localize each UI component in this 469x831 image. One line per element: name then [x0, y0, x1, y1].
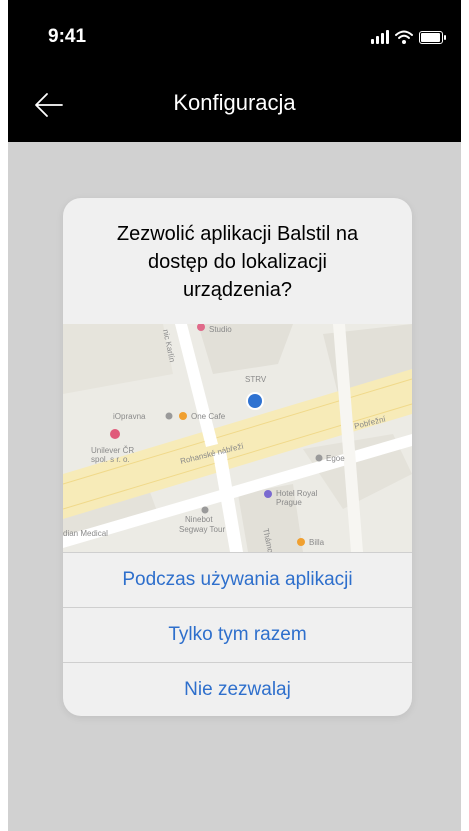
battery-icon	[419, 30, 446, 44]
map-label-one-cafe: One Cafe	[191, 412, 226, 421]
map-label-studio: Studio	[209, 325, 232, 334]
phone-screen: 9:41 Konfiguracja Zezwolić aplikacji Bal…	[8, 0, 461, 831]
dialog-title-line: urządzenia?	[183, 279, 292, 301]
dialog-title: Zezwolić aplikacji Balstil na dostęp do …	[83, 220, 392, 304]
map-graphic: Studio STRV iOpravna One Cafe Unilever Č…	[63, 324, 412, 552]
map-label-unilever: Unilever ČR	[91, 446, 134, 455]
deny-button[interactable]: Nie zezwalaj	[63, 662, 412, 716]
dialog-title-line: Zezwolić aplikacji Balstil na	[116, 223, 359, 245]
dialog-title-line: dostęp do lokalizacji	[148, 251, 327, 273]
map-label-hotel-2: Prague	[276, 498, 302, 507]
map-label-dian-medical: dian Medical	[63, 529, 108, 538]
allow-once-button[interactable]: Tylko tym razem	[63, 607, 412, 662]
location-permission-dialog: Zezwolić aplikacji Balstil na dostęp do …	[63, 198, 412, 716]
location-pin-icon	[248, 394, 262, 408]
map-label-strv: STRV	[245, 375, 267, 384]
signal-icon	[371, 30, 389, 44]
status-time: 9:41	[48, 26, 87, 47]
map-label-ninebot-2: Segway Tour	[179, 525, 225, 534]
map-label-hotel: Hotel Royal	[276, 489, 318, 498]
allow-while-using-button[interactable]: Podczas używania aplikacji	[63, 552, 412, 607]
location-map: Studio STRV iOpravna One Cafe Unilever Č…	[63, 324, 412, 552]
map-label-opravna: iOpravna	[113, 412, 146, 421]
map-label-egoe: Egoe	[326, 454, 345, 463]
page-title: Konfiguracja	[173, 90, 296, 115]
top-bar: 9:41 Konfiguracja	[8, 0, 461, 142]
status-icons	[371, 30, 446, 44]
map-label-billa: Billa	[309, 538, 325, 547]
wifi-icon	[395, 30, 413, 44]
map-label-unilever-2: spol. s r. o.	[91, 455, 130, 464]
map-label-ninebot: Ninebot	[185, 515, 213, 524]
